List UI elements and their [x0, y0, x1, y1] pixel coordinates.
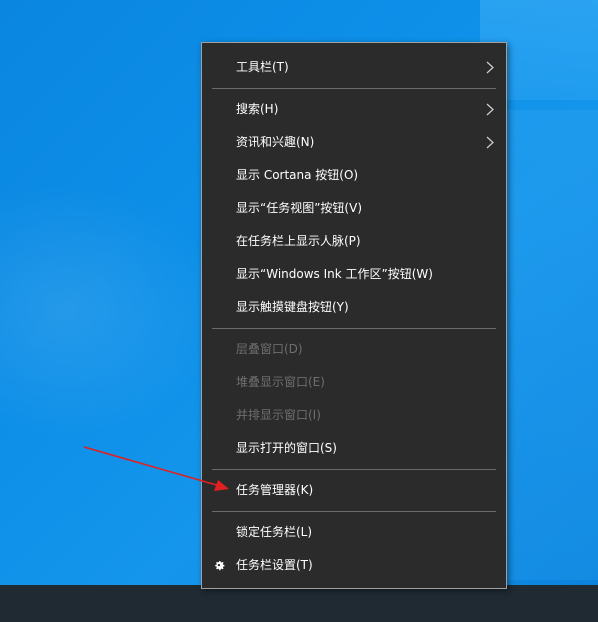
- menu-item-show-windows-ink-button[interactable]: 显示“Windows Ink 工作区”按钮(W): [202, 258, 506, 291]
- menu-item-label: 资讯和兴趣(N): [236, 135, 315, 149]
- menu-item-show-task-view-button[interactable]: 显示“任务视图”按钮(V): [202, 192, 506, 225]
- menu-item-side-by-side-windows: 并排显示窗口(I): [202, 399, 506, 432]
- menu-item-taskbar-settings[interactable]: 任务栏设置(T): [202, 549, 506, 582]
- menu-item-cascade-windows: 层叠窗口(D): [202, 333, 506, 366]
- menu-separator: [212, 469, 496, 470]
- taskbar[interactable]: [0, 585, 598, 622]
- menu-item-show-people[interactable]: 在任务栏上显示人脉(P): [202, 225, 506, 258]
- menu-separator: [212, 328, 496, 329]
- menu-item-label: 层叠窗口(D): [236, 342, 303, 356]
- menu-separator: [212, 88, 496, 89]
- menu-item-label: 并排显示窗口(I): [236, 408, 321, 422]
- menu-item-label: 显示打开的窗口(S): [236, 441, 337, 455]
- menu-item-label: 任务管理器(K): [236, 483, 314, 497]
- menu-separator: [212, 511, 496, 512]
- menu-item-label: 显示触摸键盘按钮(Y): [236, 300, 349, 314]
- menu-item-search[interactable]: 搜索(H): [202, 93, 506, 126]
- menu-item-stack-windows: 堆叠显示窗口(E): [202, 366, 506, 399]
- menu-item-show-desktop-windows[interactable]: 显示打开的窗口(S): [202, 432, 506, 465]
- chevron-right-icon: [486, 126, 494, 159]
- desktop: 工具栏(T) 搜索(H) 资讯和兴趣(N) 显示 Cortana 按钮(O) 显…: [0, 0, 598, 622]
- chevron-right-icon: [486, 93, 494, 126]
- chevron-right-icon: [486, 51, 494, 84]
- menu-item-label: 显示“任务视图”按钮(V): [236, 201, 363, 215]
- menu-item-label: 显示“Windows Ink 工作区”按钮(W): [236, 267, 433, 281]
- menu-item-show-cortana-button[interactable]: 显示 Cortana 按钮(O): [202, 159, 506, 192]
- menu-item-label: 工具栏(T): [236, 60, 289, 74]
- wallpaper-glow: [0, 180, 220, 440]
- menu-item-lock-taskbar[interactable]: 锁定任务栏(L): [202, 516, 506, 549]
- annotation-arrow-line: [83, 446, 221, 487]
- menu-item-toolbars[interactable]: 工具栏(T): [202, 51, 506, 84]
- menu-item-label: 搜索(H): [236, 102, 279, 116]
- menu-item-label: 任务栏设置(T): [236, 558, 313, 572]
- menu-item-label: 在任务栏上显示人脉(P): [236, 234, 361, 248]
- menu-item-task-manager[interactable]: 任务管理器(K): [202, 474, 506, 507]
- menu-item-label: 堆叠显示窗口(E): [236, 375, 325, 389]
- menu-item-label: 显示 Cortana 按钮(O): [236, 168, 359, 182]
- menu-item-label: 锁定任务栏(L): [236, 525, 313, 539]
- gear-icon: [213, 549, 227, 582]
- wallpaper-pane-bottom: [500, 110, 598, 580]
- menu-item-show-touch-keyboard-button[interactable]: 显示触摸键盘按钮(Y): [202, 291, 506, 324]
- taskbar-context-menu: 工具栏(T) 搜索(H) 资讯和兴趣(N) 显示 Cortana 按钮(O) 显…: [201, 42, 507, 589]
- menu-item-news-and-interests[interactable]: 资讯和兴趣(N): [202, 126, 506, 159]
